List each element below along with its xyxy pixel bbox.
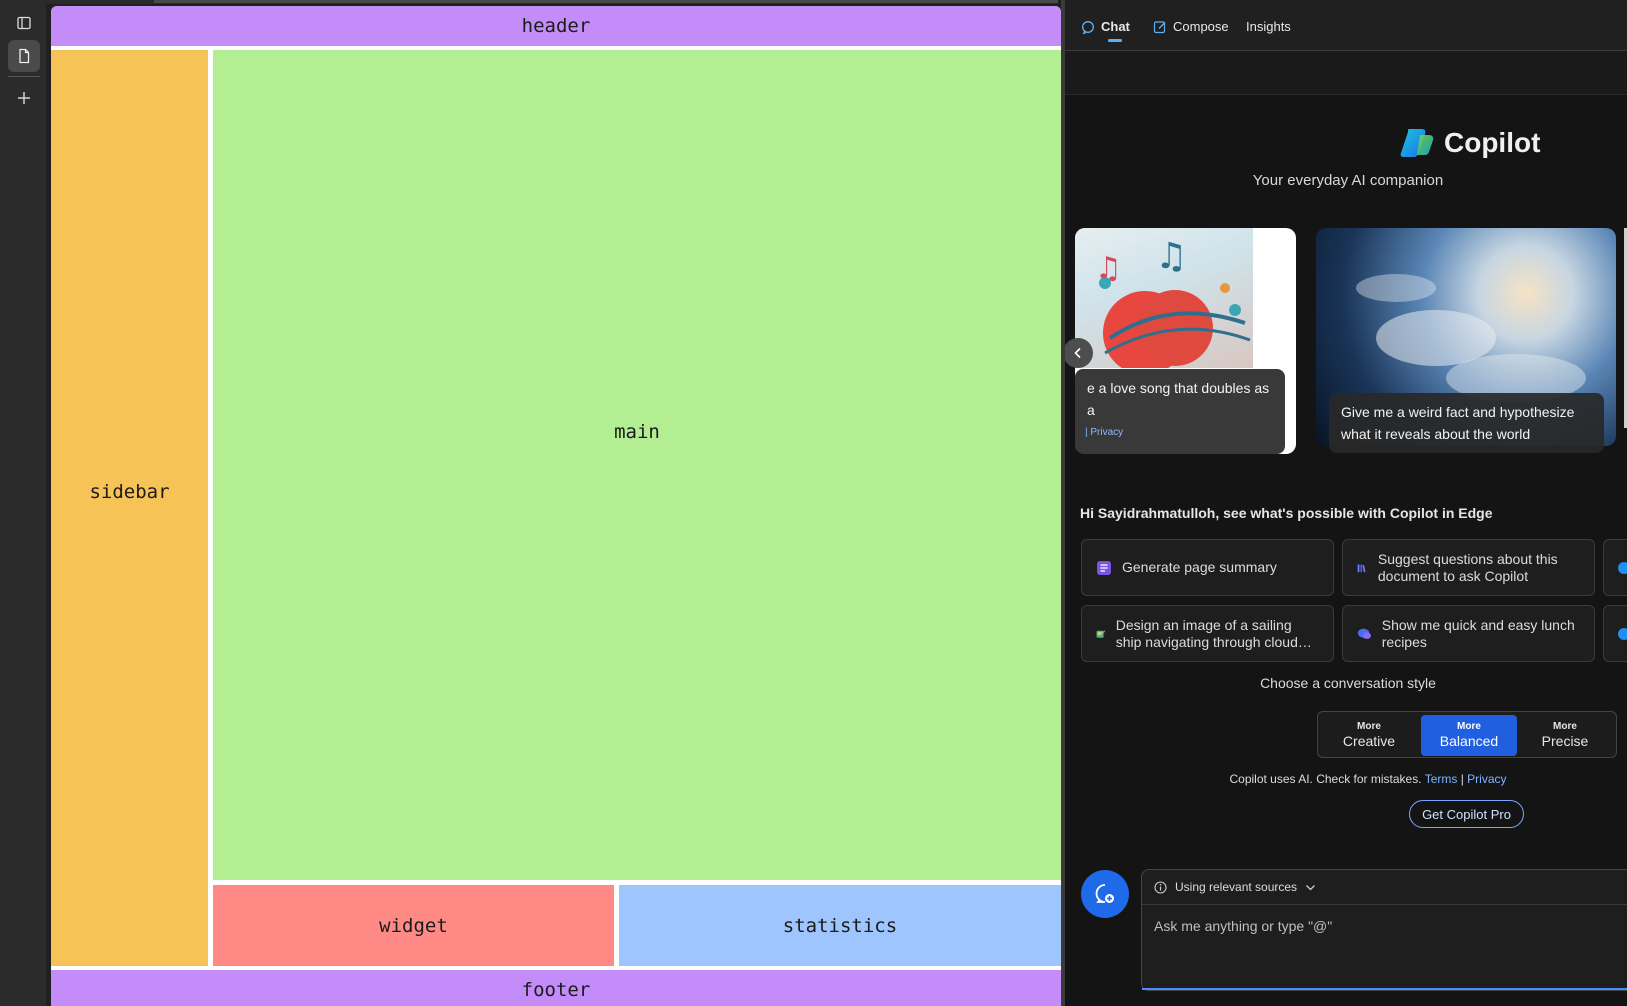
style-balanced-button[interactable]: More Balanced [1421,715,1517,756]
love-song-caption[interactable]: e a love song that doubles as a | Privac… [1075,369,1285,454]
books-icon [1357,563,1366,572]
love-song-privacy-link[interactable]: | Privacy [1085,422,1123,444]
suggestion-suggest-questions-label: Suggest questions about this document to… [1377,550,1558,584]
tab-strip [46,0,1058,4]
privacy-link[interactable]: Privacy [1467,772,1506,786]
suggestion-peek-1[interactable] [1603,539,1627,596]
style-precise-more: More [1553,721,1577,732]
suggestion-peek-icon [1618,628,1627,640]
grid-widget-label: widget [379,914,448,937]
suggestion-suggest-questions[interactable]: Suggest questions about this document to… [1342,539,1595,596]
grid-widget: widget [213,885,614,966]
chevron-down-icon [1306,884,1316,890]
image-design-icon [1096,629,1106,638]
suggestion-generate-summary[interactable]: Generate page summary [1081,539,1334,596]
grid-sidebar-label: sidebar [89,481,170,503]
ask-input[interactable] [1154,918,1624,934]
love-song-privacy-label: Privacy [1090,427,1124,438]
disclaimer-text: Copilot uses AI. Check for mistakes. [1229,772,1422,786]
suggestion-lunch-recipes-label: Show me quick and easy lunch recipes [1381,616,1575,650]
grid-footer: footer [51,970,1061,1006]
suggestion-design-image-label: Design an image of a sailing ship naviga… [1115,616,1312,650]
tab-insights[interactable]: Insights [1246,19,1291,34]
grid-header-label: header [521,15,591,37]
style-balanced-label: Balanced [1439,733,1499,749]
grid-header: header [51,6,1061,46]
love-song-image: ♫ ♫ [1075,228,1253,375]
weird-fact-caption[interactable]: Give me a weird fact and hypothesize wha… [1329,393,1604,453]
new-chat-icon [1095,884,1114,903]
compose-icon [1153,20,1166,33]
sources-dropdown[interactable]: Using relevant sources [1154,880,1316,894]
conversation-style-label: Choose a conversation style [1260,675,1436,691]
chat-composer: Using relevant sources [1141,869,1627,991]
suggestion-design-image[interactable]: Design an image of a sailing ship naviga… [1081,605,1334,662]
document-icon[interactable] [8,40,40,72]
greeting-text: Hi Sayidrahmatulloh, see what's possible… [1080,505,1493,521]
love-song-caption-text: e a love song that doubles as a [1087,380,1270,418]
copilot-sidebar: Chat Compose Insights Copilot Your every… [1061,0,1627,1006]
style-balanced-more: More [1457,721,1481,732]
grid-statistics: statistics [619,885,1061,966]
copilot-tabs: Chat Compose Insights [1065,0,1627,51]
chat-icon [1082,20,1094,34]
svg-text:♫: ♫ [1095,251,1122,286]
get-copilot-pro-button[interactable]: Get Copilot Pro [1409,800,1524,828]
suggestion-peek-2[interactable] [1603,605,1627,662]
carousel-prev-button[interactable] [1065,338,1093,368]
grid-main-label: main [614,421,660,443]
copilot-logo-icon [1400,129,1434,157]
suggestion-peek-icon [1618,562,1627,574]
tab-chat[interactable]: Chat [1081,19,1130,42]
disclaimer-divider: | [1460,772,1464,786]
grid-main: main [213,50,1061,880]
vertical-tab-rail [0,0,46,1006]
copilot-brand: Copilot [1400,127,1540,159]
chevron-left-icon [1074,347,1081,359]
info-icon [1154,880,1167,894]
copilot-title: Copilot [1444,127,1541,158]
composer-focus-line [1142,988,1627,990]
style-precise-label: Precise [1541,733,1589,749]
tab-insights-label: Insights [1246,19,1291,34]
chat-bubbles-icon [1357,628,1371,639]
new-topic-button[interactable] [1081,870,1129,918]
rail-divider [8,76,40,77]
sidebar-toggle-icon[interactable] [8,7,40,39]
style-creative-button[interactable]: More Creative [1321,715,1417,756]
grid-sidebar: sidebar [51,50,208,966]
web-page: header sidebar main widget statistics fo… [51,6,1061,1006]
style-creative-more: More [1357,721,1381,732]
sources-label: Using relevant sources [1175,880,1298,894]
tab-chat-label: Chat [1101,19,1130,34]
copilot-subheader [1065,51,1627,95]
copilot-tagline: Your everyday AI companion [1252,172,1444,189]
conversation-style-selector: More Creative More Balanced More Precise [1317,711,1617,758]
active-tab-indicator [154,0,1058,3]
grid-statistics-label: statistics [782,914,898,937]
summary-icon [1097,560,1111,575]
style-creative-label: Creative [1342,733,1396,749]
plus-icon[interactable] [8,82,40,114]
tab-compose-label: Compose [1173,19,1229,34]
suggestion-lunch-recipes[interactable]: Show me quick and easy lunch recipes [1342,605,1595,662]
tab-chat-underline [1108,39,1122,42]
suggestion-generate-summary-label: Generate page summary [1122,559,1277,575]
tab-compose[interactable]: Compose [1153,19,1229,34]
style-precise-button[interactable]: More Precise [1517,715,1613,756]
grid-footer-label: footer [521,979,591,1001]
browser-window: header sidebar main widget statistics fo… [0,0,1627,1006]
ai-disclaimer: Copilot uses AI. Check for mistakes. Ter… [1065,772,1627,786]
composer-divider [1142,904,1627,905]
terms-link[interactable]: Terms [1425,772,1458,786]
svg-text:♫: ♫ [1155,236,1187,277]
